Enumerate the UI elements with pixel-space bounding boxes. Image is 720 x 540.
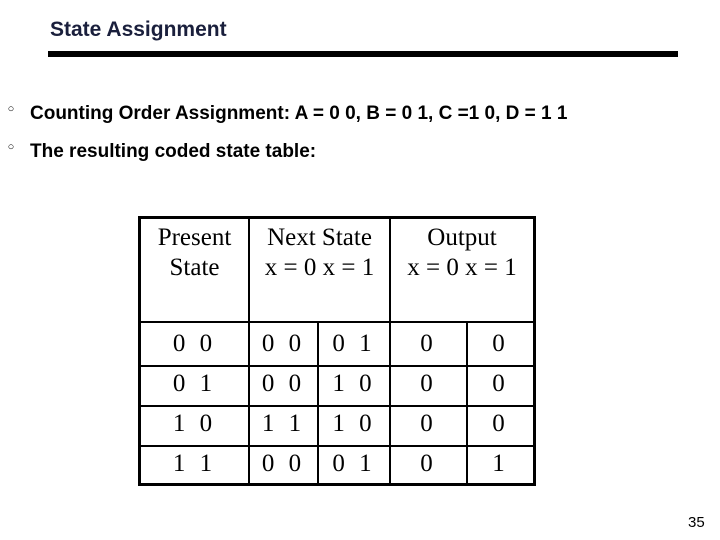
table-cell-next-x1: 0 1: [332, 330, 376, 357]
table-cell-next-x0: 1 1: [261, 410, 306, 437]
slide-title: State Assignment: [50, 18, 227, 41]
table-cell-next-x1: 0 1: [332, 450, 376, 477]
bullet-item: ○ Counting Order Assignment: A = 0 0, B …: [4, 103, 568, 125]
table-cell-next-x1: 1 0: [332, 410, 376, 437]
page-number: 35: [688, 514, 705, 531]
table-cell-out-x0: 0: [420, 370, 437, 397]
bullet-circle-icon: ○: [7, 141, 15, 153]
header-output: Output x = 0 x = 1: [407, 224, 517, 281]
table-cell-out-x0: 0: [420, 410, 437, 437]
bullet-text: The resulting coded state table:: [30, 141, 317, 162]
table-cell-out-x1: 0: [492, 370, 509, 397]
table-cell-present: 0 0: [172, 330, 217, 357]
row-divider: [141, 321, 533, 323]
table-cell-present: 1 0: [172, 410, 217, 437]
row-divider: [141, 405, 533, 407]
table-cell-out-x1: 0: [492, 330, 509, 357]
table-cell-present: 1 1: [172, 450, 217, 477]
table-cell-out-x1: 0: [492, 410, 509, 437]
header-next-state: Next State x = 0 x = 1: [264, 224, 375, 281]
table-cell-next-x0: 0 0: [261, 370, 306, 397]
table-cell-out-x0: 0: [420, 450, 437, 477]
bullet-text: Counting Order Assignment: A = 0 0, B = …: [30, 103, 568, 124]
table-cell-out-x1: 1: [492, 450, 509, 477]
row-divider: [141, 365, 533, 367]
table-cell-next-x1: 1 0: [332, 370, 376, 397]
row-divider: [141, 445, 533, 447]
bullet-item: ○ The resulting coded state table:: [4, 141, 316, 163]
title-underline: [48, 51, 678, 57]
table-cell-out-x0: 0: [420, 330, 437, 357]
header-present-state: Present State: [157, 224, 232, 281]
table-cell-next-x0: 0 0: [261, 330, 306, 357]
table-cell-next-x0: 0 0: [261, 450, 306, 477]
bullet-circle-icon: ○: [7, 103, 15, 115]
table-cell-present: 0 1: [172, 370, 217, 397]
coded-state-table: Present State Next State x = 0 x = 1 Out…: [138, 216, 536, 486]
